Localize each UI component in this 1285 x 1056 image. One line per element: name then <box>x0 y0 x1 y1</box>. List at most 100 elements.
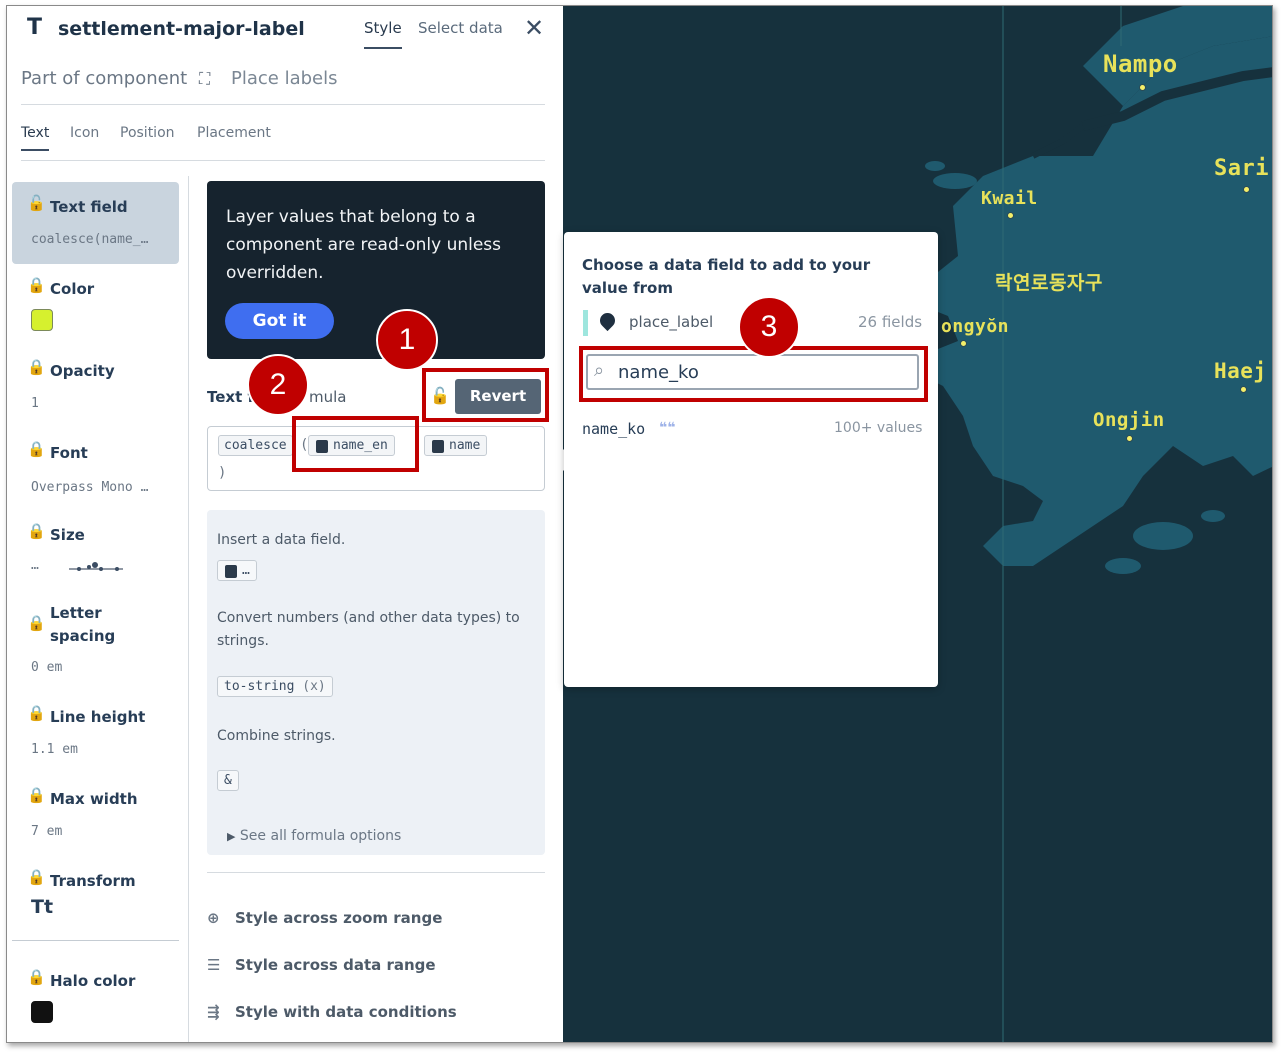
concat-chip[interactable]: & <box>217 770 239 791</box>
prop-value: … <box>31 558 39 573</box>
prop-text-field[interactable]: 🔓 Text field coalesce(name_… <box>12 182 179 264</box>
lock-icon: 🔒 <box>27 786 46 804</box>
app-window: Nampo Sari Kwail 락연로동자구 ongyŏn Haej Ongj… <box>6 5 1273 1043</box>
map-pin-icon <box>596 309 619 332</box>
prop-color[interactable]: 🔒 Color <box>12 264 179 346</box>
help-combine-text: Combine strings. <box>217 728 336 744</box>
see-all-formula-options[interactable]: ▶ See all formula options <box>227 828 401 844</box>
prop-transform[interactable]: 🔒 Transform Tt <box>12 856 179 938</box>
database-icon <box>432 440 444 453</box>
help-insert-text: Insert a data field. <box>217 532 346 548</box>
chip-arg: (x) <box>302 679 326 694</box>
prop-value: 0 em <box>31 660 63 675</box>
map-label-nampo: Nampo <box>1103 50 1178 78</box>
close-icon[interactable]: ✕ <box>524 14 544 42</box>
data-conditions-icon: ⇶ <box>207 1003 220 1021</box>
result-field-name[interactable]: name_ko <box>582 420 645 438</box>
annotation-badge-3: 3 <box>738 296 800 358</box>
formula-help: Insert a data field. … Convert numbers (… <box>207 510 545 855</box>
text-layer-icon: T <box>27 15 43 40</box>
field-count: 26 fields <box>858 313 923 331</box>
prop-name: Transform <box>50 872 136 890</box>
color-swatch <box>31 1001 53 1023</box>
map-label-ongjin: Ongjin <box>1093 409 1165 431</box>
to-string-chip[interactable]: to-string (x) <box>217 676 333 697</box>
help-convert-text: Convert numbers (and other data types) t… <box>217 610 520 649</box>
annotation-box-field-token <box>292 416 419 472</box>
annotation-box-revert <box>422 368 549 422</box>
prop-value: 1.1 em <box>31 742 78 757</box>
size-zoom-curve-icon <box>69 562 123 571</box>
notice-text: Layer values that belong to a component … <box>226 207 502 283</box>
prop-name: Font <box>50 444 88 462</box>
style-panel: T settlement-major-label Style Select da… <box>7 6 563 1042</box>
part-of-component-label: Part of component <box>21 68 188 89</box>
component-name[interactable]: Place labels <box>231 68 338 89</box>
divider <box>207 872 545 873</box>
see-all-label: See all formula options <box>239 828 402 844</box>
prop-opacity[interactable]: 🔒 Opacity 1 <box>12 346 179 428</box>
divider <box>21 104 545 105</box>
prop-value: Overpass Mono … <box>31 480 149 495</box>
map-dot-ongjin <box>1126 435 1133 442</box>
tab-style[interactable]: Style <box>364 19 402 49</box>
formula-field-token[interactable]: name <box>424 435 488 456</box>
divider <box>12 940 179 941</box>
database-icon <box>225 565 237 578</box>
prop-name: Letter spacing <box>50 604 116 645</box>
prop-letter-spacing[interactable]: 🔒 Letter spacing 0 em <box>12 592 179 675</box>
prop-font[interactable]: 🔒 Font Overpass Mono … <box>12 428 179 510</box>
prop-value: coalesce(name_… <box>31 232 149 247</box>
style-data-conditions-button[interactable]: ⇶ Style with data conditions <box>207 1003 457 1021</box>
prop-name: Max width <box>50 790 138 808</box>
got-it-button[interactable]: Got it <box>225 303 334 339</box>
lock-icon: 🔒 <box>27 868 46 886</box>
map-dot-ongyon <box>960 340 967 347</box>
map-label-ongyon: ongyŏn <box>941 316 1010 337</box>
annotation-badge-1: 1 <box>376 309 438 371</box>
subtab-placement[interactable]: Placement <box>197 125 271 141</box>
color-swatch <box>31 309 53 331</box>
tab-select-data[interactable]: Select data <box>418 19 503 37</box>
chip-label: to-string <box>224 679 295 694</box>
prop-name: Line height <box>50 708 146 726</box>
transform-icon: Tt <box>31 896 54 918</box>
prop-halo-color[interactable]: 🔒 Halo color <box>12 956 179 1038</box>
subtab-text[interactable]: Text <box>21 125 50 151</box>
prop-size[interactable]: 🔒 Size … <box>12 510 179 592</box>
layer-title[interactable]: settlement-major-label <box>58 18 305 40</box>
lock-icon: 🔒 <box>27 704 46 722</box>
lock-icon: 🔒 <box>27 522 46 540</box>
data-range-icon: ☰ <box>207 956 221 974</box>
prop-name: Text field <box>50 198 128 216</box>
prop-name: Size <box>50 526 85 544</box>
map-dot-sari <box>1243 186 1250 193</box>
style-across-zoom-button[interactable]: ⊕ Style across zoom range <box>207 909 442 927</box>
style-across-data-button[interactable]: ☰ Style across data range <box>207 956 436 974</box>
map-dot-kwail <box>1007 212 1014 219</box>
style-opt-label: Style across data range <box>235 956 436 974</box>
prop-name: Halo color <box>50 972 136 990</box>
prop-value: 7 em <box>31 824 63 839</box>
subtab-position[interactable]: Position <box>120 125 175 141</box>
string-type-icon: ❝❝ <box>659 420 676 436</box>
lock-icon: 🔒 <box>27 968 46 986</box>
map-label-korean: 락연로동자구 <box>995 272 1103 294</box>
formula-function-token[interactable]: coalesce <box>218 435 293 456</box>
prop-max-width[interactable]: 🔒 Max width 7 em <box>12 774 179 856</box>
insert-field-chip[interactable]: … <box>217 560 257 581</box>
prop-name: Opacity <box>50 362 115 380</box>
prop-name: Color <box>50 280 95 298</box>
formula-label: mula <box>309 388 347 406</box>
prop-line-height[interactable]: 🔒 Line height 1.1 em <box>12 692 179 774</box>
lock-icon: 🔒 <box>27 358 46 376</box>
unlocked-icon: 🔓 <box>27 194 46 212</box>
panel-header: T settlement-major-label Style Select da… <box>21 12 551 49</box>
subtab-icon[interactable]: Icon <box>70 125 99 141</box>
popup-arrow <box>553 449 564 471</box>
map-dot-nampo <box>1139 84 1146 91</box>
annotation-badge-2: 2 <box>247 354 309 416</box>
chip-label: … <box>242 563 250 578</box>
source-color-bar <box>583 310 588 336</box>
source-layer-name[interactable]: place_label <box>629 313 713 331</box>
